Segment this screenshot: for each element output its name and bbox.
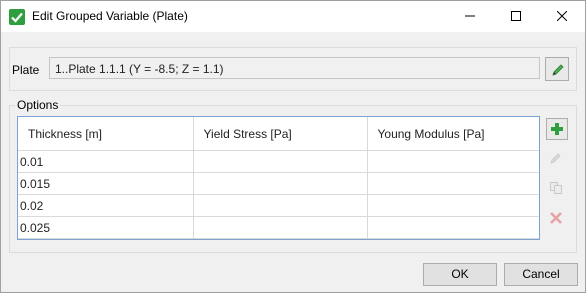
plus-icon [551,123,563,135]
plate-field: 1..Plate 1.1.1 (Y = -8.5; Z = 1.1) [49,57,540,79]
table-row[interactable]: 0.015 [18,172,539,195]
copy-row-button[interactable] [546,178,568,200]
close-icon [557,11,567,21]
minimize-icon [465,15,475,17]
add-row-button[interactable] [546,118,568,140]
column-header-young-modulus[interactable]: Young Modulus [Pa] [367,117,539,151]
table-cell[interactable] [193,150,368,173]
window-title: Edit Grouped Variable (Plate) [32,9,188,23]
table-row[interactable]: 0.025 [18,216,539,239]
table-cell[interactable] [367,216,539,239]
table-header-row: Thickness [m] Yield Stress [Pa] Young Mo… [18,117,539,151]
table-cell[interactable] [367,150,539,173]
table-cell[interactable] [193,194,368,217]
close-button[interactable] [539,1,585,32]
dialog-window: Edit Grouped Variable (Plate) Plate 1..P… [0,0,586,293]
table-row[interactable]: 0.02 [18,194,539,217]
table-cell[interactable] [193,172,368,195]
copy-icon [550,182,562,194]
table-cell[interactable] [367,194,539,217]
delete-icon [550,212,562,224]
maximize-button[interactable] [493,1,539,32]
options-table[interactable]: Thickness [m] Yield Stress [Pa] Young Mo… [17,116,540,240]
options-group-label: Options [15,98,61,112]
table-cell[interactable] [193,216,368,239]
cancel-button[interactable]: Cancel [504,263,578,286]
minimize-button[interactable] [447,1,493,32]
title-bar[interactable]: Edit Grouped Variable (Plate) [1,1,585,32]
column-header-yield-stress[interactable]: Yield Stress [Pa] [193,117,368,151]
checkmark-icon [9,9,25,25]
pencil-icon [552,64,564,76]
table-cell[interactable]: 0.025 [18,216,194,239]
edit-row-button[interactable] [546,148,568,170]
pencil-icon [550,153,561,164]
table-row[interactable]: 0.01 [18,150,539,173]
column-header-thickness[interactable]: Thickness [m] [18,117,194,151]
plate-label: Plate [12,63,40,77]
table-cell[interactable]: 0.015 [18,172,194,195]
plate-value: 1..Plate 1.1.1 (Y = -8.5; Z = 1.1) [55,62,224,76]
table-cell[interactable]: 0.02 [18,194,194,217]
delete-row-button[interactable] [546,208,568,230]
table-cell[interactable] [367,172,539,195]
edit-plate-button[interactable] [545,57,569,81]
ok-button[interactable]: OK [423,263,497,286]
table-cell[interactable]: 0.01 [18,150,194,173]
maximize-icon [511,11,521,21]
